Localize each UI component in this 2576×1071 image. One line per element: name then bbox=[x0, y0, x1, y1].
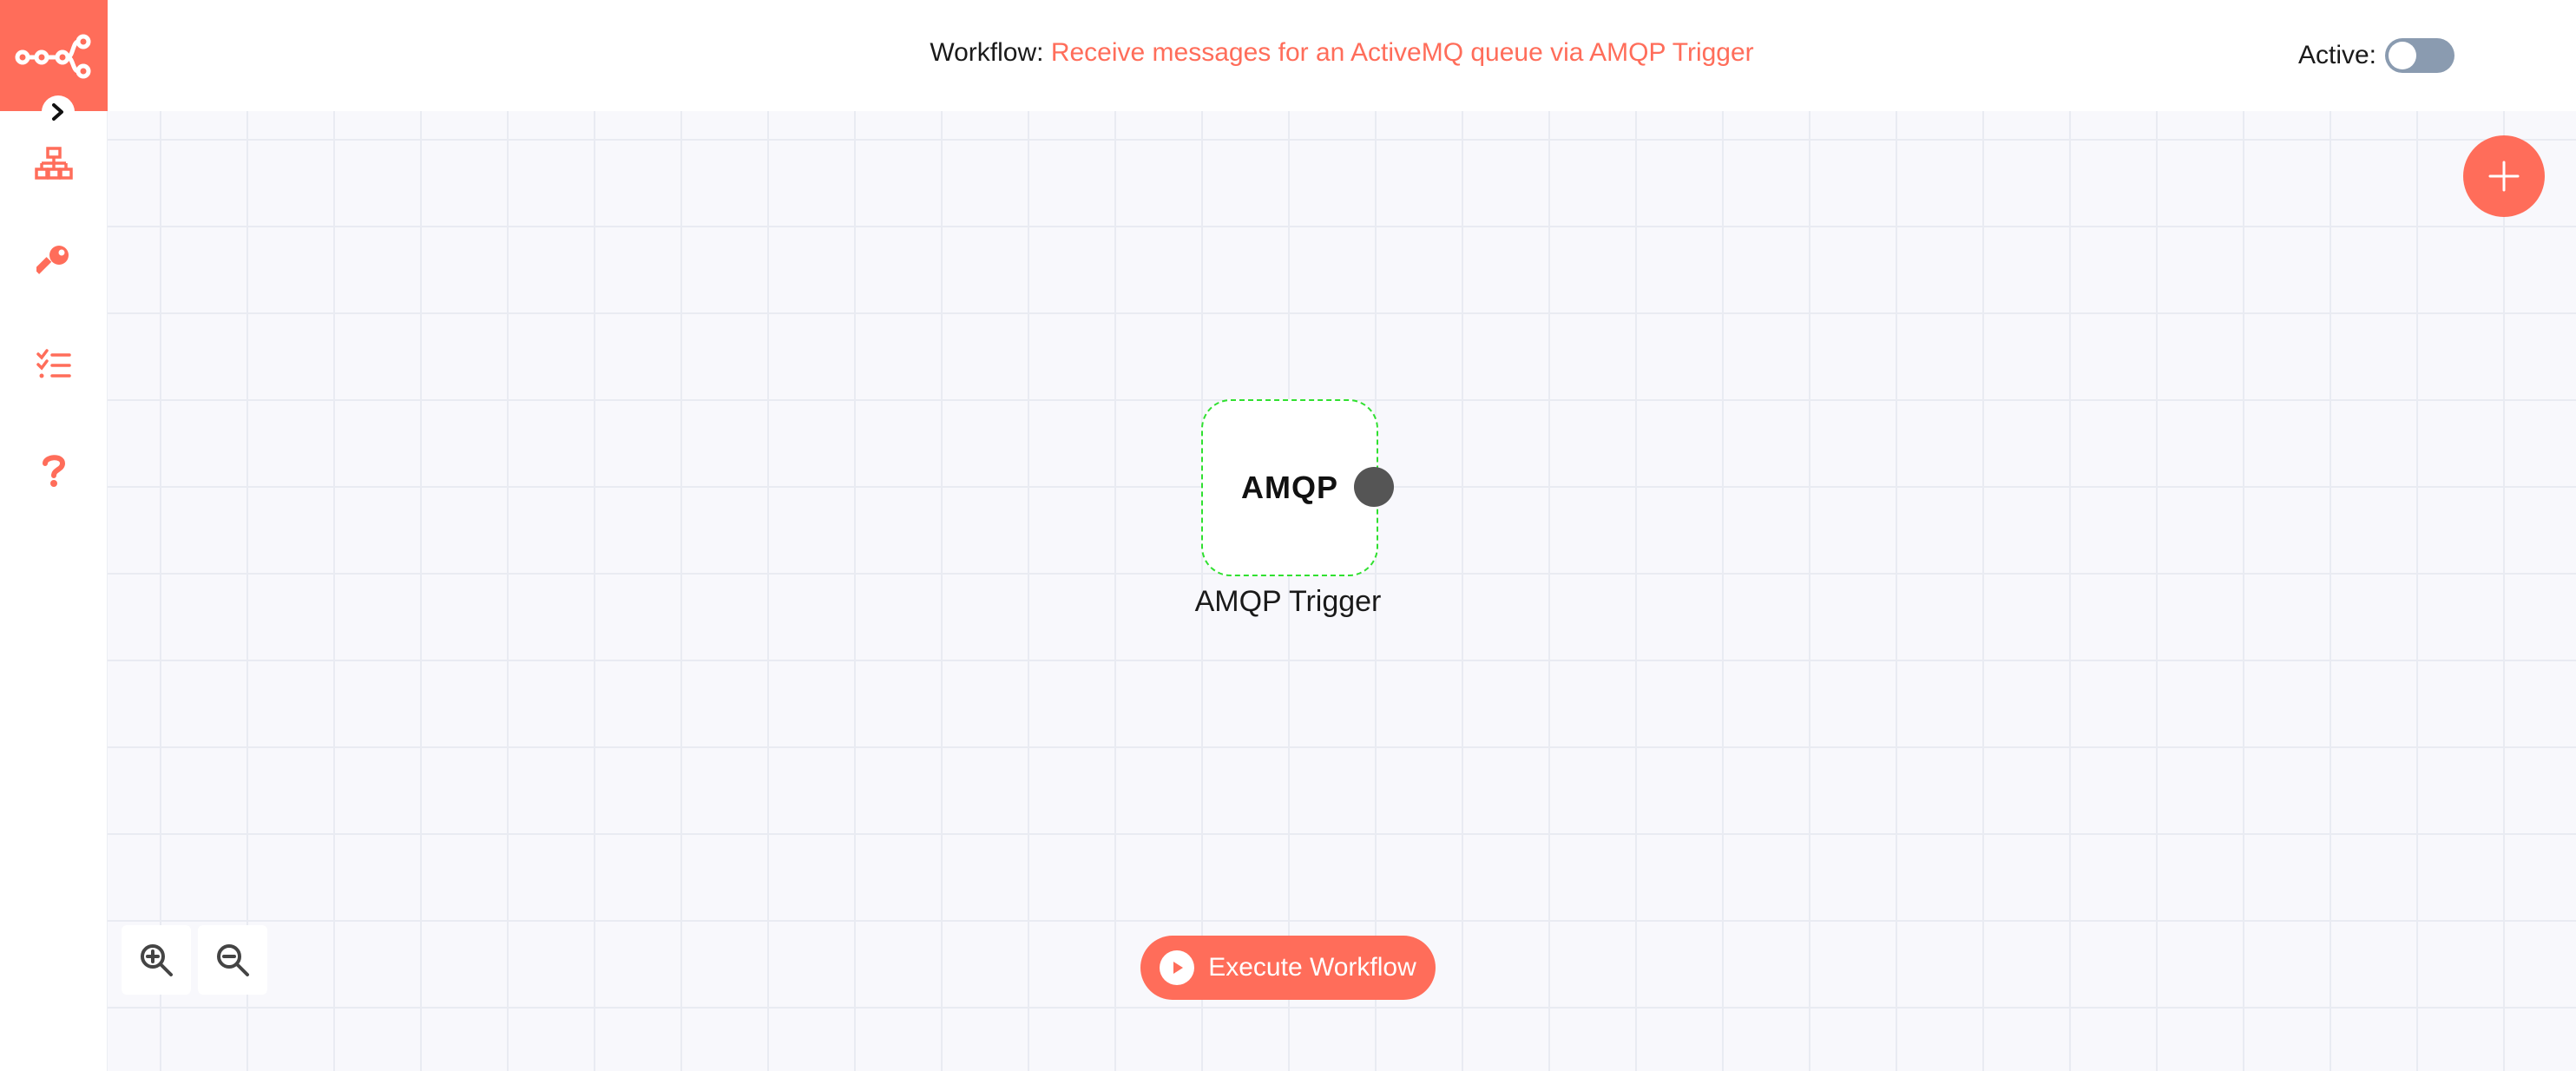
sidebar-item-help[interactable] bbox=[30, 446, 78, 495]
node-output-handle[interactable] bbox=[1354, 467, 1394, 507]
node-label: AMQP Trigger bbox=[1194, 585, 1382, 618]
add-node-button[interactable] bbox=[2463, 135, 2545, 217]
plus-icon bbox=[2488, 161, 2520, 192]
sidebar-item-workflows[interactable] bbox=[30, 139, 78, 187]
workflow-name[interactable]: Receive messages for an ActiveMQ queue v… bbox=[1051, 38, 1754, 67]
checklist-icon bbox=[36, 349, 71, 378]
amqp-trigger-node[interactable]: AMQP bbox=[1201, 399, 1378, 576]
active-control: Active: bbox=[2298, 38, 2454, 73]
execute-workflow-button[interactable]: Execute Workflow bbox=[1140, 936, 1436, 1000]
zoom-out-icon bbox=[217, 944, 249, 976]
n8n-logo-icon bbox=[15, 34, 91, 79]
question-icon bbox=[43, 455, 66, 487]
key-icon bbox=[36, 246, 69, 274]
workflow-title: Workflow: Receive messages for an Active… bbox=[108, 38, 2576, 68]
workflow-network-icon bbox=[35, 147, 73, 180]
logo[interactable] bbox=[0, 0, 108, 111]
amqp-logo: AMQP bbox=[1241, 470, 1338, 505]
active-toggle[interactable] bbox=[2385, 38, 2454, 73]
sidebar bbox=[0, 0, 108, 1071]
zoom-out-button[interactable] bbox=[198, 925, 267, 995]
workflow-label: Workflow: bbox=[930, 38, 1044, 67]
zoom-in-button[interactable] bbox=[122, 925, 191, 995]
expand-sidebar-button[interactable] bbox=[42, 95, 75, 128]
toggle-knob bbox=[2389, 42, 2416, 69]
header: Workflow: Receive messages for an Active… bbox=[108, 0, 2576, 111]
execute-label: Execute Workflow bbox=[1208, 953, 1416, 982]
sidebar-item-credentials[interactable] bbox=[30, 236, 78, 285]
zoom-in-icon bbox=[141, 944, 173, 976]
active-label: Active: bbox=[2297, 41, 2376, 69]
chevron-right-icon bbox=[52, 103, 63, 121]
sidebar-item-executions[interactable] bbox=[30, 340, 78, 389]
play-icon bbox=[1160, 950, 1195, 985]
